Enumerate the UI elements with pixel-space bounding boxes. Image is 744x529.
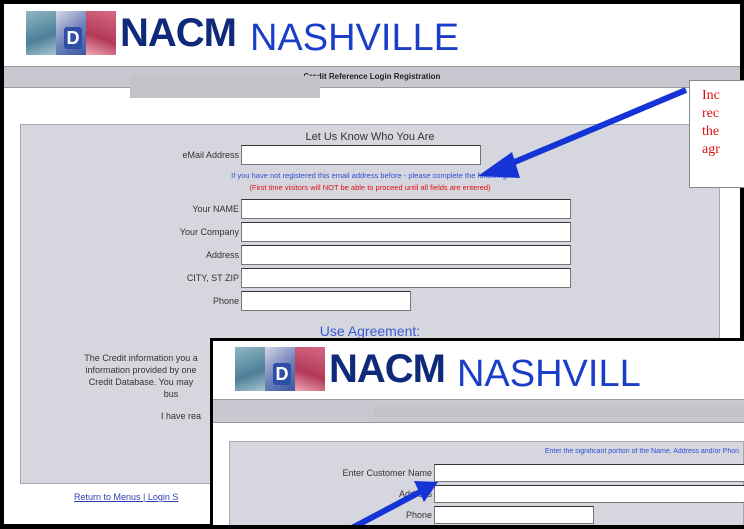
logo-letter: D [64,27,82,49]
logo-tile-1 [26,11,56,55]
callout-line: agr [702,142,720,157]
gray-block [130,76,320,98]
gray-block-2 [373,407,744,417]
callout-line: rec [702,106,720,121]
email-row: eMail Address [121,145,481,165]
city-name: NASHVILLE [249,16,460,59]
address-label: Address [205,250,239,260]
agreement-line: information provided by one [85,365,197,375]
address-row-2: Address [230,485,744,503]
logo-tile-2: D [265,347,295,391]
agreement-text: The Credit information you a information… [51,352,231,422]
nacm-logo: D [26,11,116,55]
email-label: eMail Address [182,150,239,160]
logo-letter: D [273,363,291,385]
address-row: Address [121,245,571,265]
name-field[interactable] [241,199,571,219]
logo-tile-2: D [56,11,86,55]
search-hint: Enter the significant portion of the Nam… [544,448,739,455]
customer-name-label: Enter Customer Name [342,468,432,478]
brand-name: NACM [120,10,237,55]
search-form: Enter the significant portion of the Nam… [229,441,744,529]
first-time-warning: (First time visitors will NOT be able to… [249,183,491,192]
phone-row: Phone [121,291,411,311]
page-title-bar: Credit Reference Login Registration [4,66,740,88]
customer-name-row: Enter Customer Name [230,464,744,482]
phone-row-2: Phone [230,506,594,524]
agreement-line: The Credit information you a [84,353,198,363]
logo-tile-3 [295,347,325,391]
email-field[interactable] [241,145,481,165]
use-agreement-heading: Use Agreement: [319,323,421,339]
logo-tile-1 [235,347,265,391]
phone-label: Phone [212,296,239,306]
name-row: Your NAME [121,199,571,219]
phone-field-2[interactable] [434,506,594,524]
agreement-line: bus [163,389,179,399]
agreement-line: Credit Database. You may [88,377,194,387]
company-label: Your Company [179,227,239,237]
phone-field[interactable] [241,291,411,311]
black-border-bottom [0,525,744,529]
city-name-2: NASHVILL [456,352,641,395]
nacm-logo-2: D [235,347,325,391]
city-field[interactable] [241,268,571,288]
header: D NACM NASHVILLE [4,4,459,62]
logo-tile-3 [86,11,116,55]
search-screenshot: D NACM NASHVILL Enter the significant po… [210,338,744,529]
customer-name-field[interactable] [434,464,744,482]
address-label-2: Address [398,489,432,499]
city-row: CITY, ST ZIP [121,268,571,288]
phone-label-2: Phone [405,510,432,520]
company-row: Your Company [121,222,571,242]
footer-links[interactable]: Return to Menus | Login S [74,492,178,502]
address-field[interactable] [241,245,571,265]
page-title: Credit Reference Login Registration [303,72,441,81]
brand-name-2: NACM [329,346,446,391]
company-field[interactable] [241,222,571,242]
annotation-callout: Inc rec the agr [689,80,744,188]
section-title: Let Us Know Who You Are [305,131,435,143]
agreement-line: I have rea [160,411,202,421]
city-label: CITY, ST ZIP [186,273,239,283]
header-2: D NACM NASHVILL [213,341,641,397]
callout-line: the [702,124,720,139]
callout-line: Inc [702,88,720,103]
address-field-2[interactable] [434,485,744,503]
name-label: Your NAME [192,204,239,214]
register-note: If you have not registered this email ad… [231,171,509,180]
